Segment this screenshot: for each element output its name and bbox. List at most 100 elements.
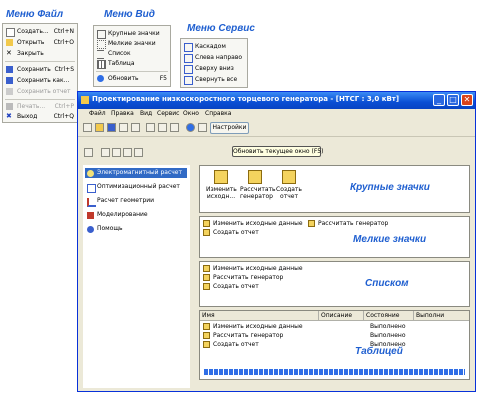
- table-header: Имя Описание Состояние Выполни: [200, 311, 469, 321]
- menu-item-open[interactable]: Открыть Ctrl+O: [3, 37, 77, 48]
- minimize-button[interactable]: _: [433, 94, 445, 106]
- paste-icon[interactable]: [170, 123, 179, 132]
- menu-item-refresh[interactable]: Обновить F5: [94, 73, 170, 84]
- table-row[interactable]: Изменить исходные данные Выполнено: [203, 322, 463, 331]
- column-header-state[interactable]: Состояние: [364, 311, 414, 320]
- menu-item-new[interactable]: Создать... Ctrl+N: [3, 26, 77, 37]
- bulb-icon: [87, 170, 94, 177]
- save-as-icon: [6, 77, 13, 84]
- copy-icon[interactable]: [158, 123, 167, 132]
- tile-vertical-icon: [184, 54, 193, 63]
- table-row[interactable]: Рассчитать генератор Выполнено: [203, 331, 463, 340]
- document-icon: [248, 170, 262, 184]
- table-view: Имя Описание Состояние Выполни Изменить …: [199, 310, 470, 380]
- menu-item-table[interactable]: Таблица: [94, 58, 170, 69]
- task-nav-panel: Электромагнитный расчет Оптимизационный …: [83, 165, 190, 388]
- tile-horizontal-icon: [184, 65, 193, 74]
- save-icon[interactable]: [107, 123, 116, 132]
- document-icon: [203, 341, 210, 348]
- document-icon: [203, 220, 210, 227]
- small-icons-view-button[interactable]: [112, 148, 121, 157]
- file-menu-callout: Меню Файл: [6, 9, 64, 20]
- menu-item-save[interactable]: Сохранить Ctrl+S: [3, 64, 77, 75]
- table-view-button[interactable]: [134, 148, 143, 157]
- open-folder-icon: [6, 39, 13, 46]
- large-item-calculate[interactable]: Рассчитать генератор: [240, 170, 276, 200]
- column-header-done[interactable]: Выполни: [414, 311, 469, 320]
- open-folder-icon[interactable]: [95, 123, 104, 132]
- large-item-report[interactable]: Создать отчет: [274, 170, 304, 200]
- help-icon: [87, 226, 94, 233]
- print-icon: [6, 103, 13, 110]
- large-item-edit-input[interactable]: Изменить исходн...: [206, 170, 237, 200]
- status-progress-bar: [204, 369, 465, 375]
- title-bar: Проектирование низкоскоростного торцевог…: [78, 92, 475, 109]
- settings-gear-icon[interactable]: [198, 123, 207, 132]
- up-folder-icon[interactable]: [84, 148, 93, 157]
- menu-separator: [5, 61, 75, 62]
- cut-icon[interactable]: [146, 123, 155, 132]
- menu-edit[interactable]: Правка: [111, 110, 134, 117]
- window-title: Проектирование низкоскоростного торцевог…: [92, 95, 400, 103]
- list-view: Изменить исходные данные Рассчитать гене…: [199, 261, 470, 307]
- menu-bar: Файл Правка Вид Сервис Окно Справка: [78, 109, 475, 120]
- menu-item-save-report[interactable]: Сохранить отчет: [3, 86, 77, 97]
- report-icon[interactable]: [131, 123, 140, 132]
- new-doc-icon: [6, 28, 15, 37]
- view-menu-panel: Крупные значки Мелкие значки Список Табл…: [93, 25, 171, 87]
- refresh-tooltip: Обновить текущее окно (F5): [232, 146, 324, 157]
- menu-file[interactable]: Файл: [89, 110, 106, 117]
- menu-item-exit[interactable]: ✖ Выход Ctrl+Q: [3, 111, 77, 122]
- main-window: Проектирование низкоскоростного торцевог…: [77, 91, 476, 392]
- document-icon: [203, 265, 210, 272]
- menu-item-minimize-all[interactable]: Свернуть все: [181, 74, 247, 85]
- service-menu-panel: Каскадом Слева направо Сверху вниз Сверн…: [180, 38, 248, 88]
- file-menu-panel: Создать... Ctrl+N Открыть Ctrl+O ✕ Закрыть …: [2, 23, 78, 123]
- menu-service[interactable]: Сервис: [157, 110, 179, 117]
- document-icon: [203, 323, 210, 330]
- document-icon: [308, 220, 315, 227]
- document-icon: [282, 170, 296, 184]
- large-icons-view-button[interactable]: [101, 148, 110, 157]
- close-window-button[interactable]: ✕: [461, 94, 473, 106]
- app-icon: [81, 96, 89, 104]
- menu-item-left-right[interactable]: Слева направо: [181, 52, 247, 63]
- nav-item-electromagnetic[interactable]: Электромагнитный расчет: [85, 168, 187, 178]
- document-icon: [203, 283, 210, 290]
- menu-item-cascade[interactable]: Каскадом: [181, 41, 247, 52]
- large-icons-callout: Крупные значки: [350, 182, 430, 193]
- menu-item-save-as[interactable]: Сохранить как...: [3, 75, 77, 86]
- refresh-icon: [97, 75, 104, 82]
- exit-icon: ✖: [6, 112, 12, 120]
- close-icon: ✕: [6, 49, 12, 57]
- menu-item-close[interactable]: ✕ Закрыть: [3, 48, 77, 59]
- document-icon: [203, 332, 210, 339]
- save-as-icon[interactable]: [119, 123, 128, 132]
- table-row[interactable]: Создать отчет Выполнено: [203, 340, 463, 349]
- service-menu-callout: Меню Сервис: [187, 23, 255, 34]
- minimize-all-icon: [184, 76, 193, 85]
- menu-help[interactable]: Справка: [205, 110, 231, 117]
- menu-separator: [96, 71, 168, 72]
- geometry-icon: [87, 198, 96, 207]
- optimization-icon: [87, 184, 96, 193]
- menu-item-top-bottom[interactable]: Сверху вниз: [181, 63, 247, 74]
- column-header-name[interactable]: Имя: [200, 311, 319, 320]
- large-icons-view: Изменить исходн... Рассчитать генератор …: [199, 165, 470, 213]
- maximize-button[interactable]: □: [447, 94, 459, 106]
- settings-button[interactable]: Настройки: [210, 122, 249, 134]
- menu-window[interactable]: Окно: [183, 110, 199, 117]
- table-callout: Таблицей: [355, 346, 403, 357]
- document-icon: [203, 274, 210, 281]
- list-callout: Списком: [365, 278, 409, 289]
- refresh-icon[interactable]: [186, 123, 195, 132]
- cascade-icon: [184, 43, 193, 52]
- list-view-button[interactable]: [123, 148, 132, 157]
- table-icon: [97, 60, 106, 69]
- new-doc-icon[interactable]: [83, 123, 92, 132]
- menu-view[interactable]: Вид: [140, 110, 152, 117]
- small-icons-view: Изменить исходные данные Рассчитать гене…: [199, 216, 470, 258]
- small-icons-callout: Мелкие значки: [353, 234, 427, 245]
- column-header-description[interactable]: Описание: [319, 311, 364, 320]
- save-icon: [6, 66, 13, 73]
